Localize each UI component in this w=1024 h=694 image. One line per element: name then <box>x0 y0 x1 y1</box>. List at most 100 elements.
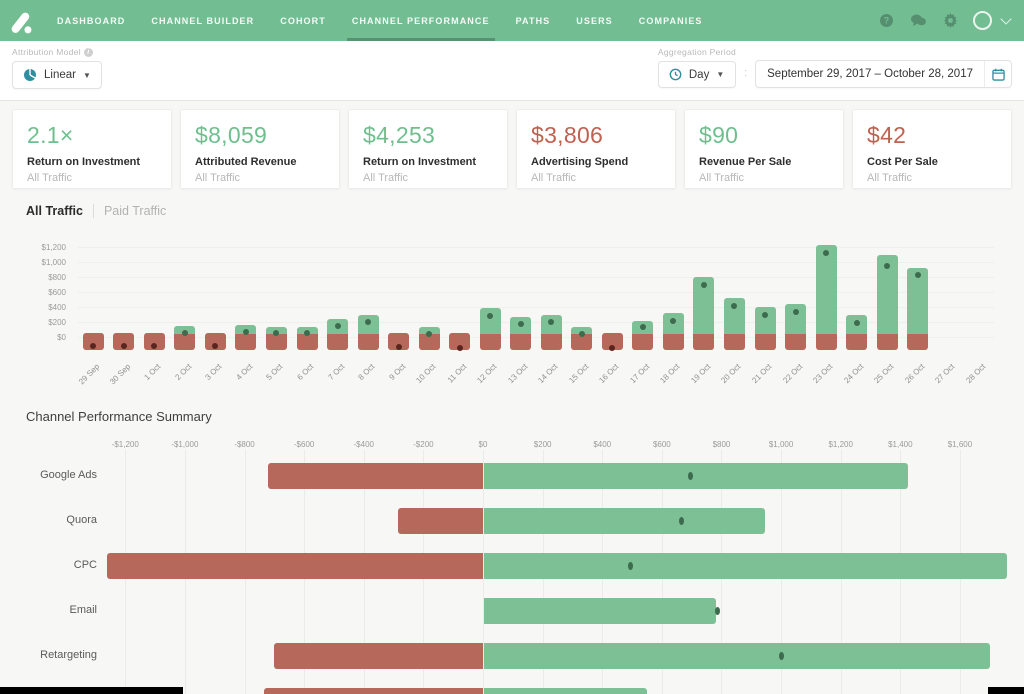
chat-icon[interactable] <box>909 12 927 30</box>
spend-bar[interactable] <box>264 688 483 694</box>
kpi-label: Cost Per Sale <box>867 156 997 168</box>
channel-label: Retargeting <box>0 649 97 661</box>
spend-bar[interactable] <box>693 334 714 350</box>
nav-item-label: DASHBOARD <box>57 16 125 26</box>
profit-marker-dot <box>762 312 768 318</box>
spend-bar[interactable] <box>663 334 684 350</box>
spend-bar[interactable] <box>327 334 348 350</box>
nav-item-label: USERS <box>576 16 613 26</box>
tab-all-traffic[interactable]: All Traffic <box>26 204 83 218</box>
kpi-value: 2.1× <box>27 122 157 149</box>
x-axis-tick: $800 <box>691 440 751 449</box>
spend-bar[interactable] <box>107 553 483 579</box>
spend-bar[interactable] <box>266 334 287 350</box>
revenue-bar[interactable] <box>484 643 991 669</box>
x-axis-tick: -$400 <box>334 440 394 449</box>
spend-bar[interactable] <box>358 334 379 350</box>
spend-bar[interactable] <box>907 334 928 350</box>
kpi-sublabel: All Traffic <box>699 172 829 184</box>
nav-utility: ? <box>877 11 1024 30</box>
chevron-down-icon[interactable] <box>1000 13 1011 24</box>
avatar[interactable] <box>973 11 992 30</box>
profit-marker-dot <box>609 345 615 351</box>
kpi-sublabel: All Traffic <box>195 172 325 184</box>
y-axis-tick: $1,000 <box>4 258 66 267</box>
revenue-bar[interactable] <box>484 553 1007 579</box>
profit-marker-dot <box>793 309 799 315</box>
spend-bar[interactable] <box>632 334 653 350</box>
x-axis-tick: $600 <box>632 440 692 449</box>
nav-item-channel-performance[interactable]: CHANNEL PERFORMANCE <box>339 0 503 41</box>
gridline <box>78 292 994 293</box>
spend-bar[interactable] <box>235 334 256 350</box>
profit-marker-dot <box>518 321 524 327</box>
profit-marker-dot <box>701 282 707 288</box>
spend-bar[interactable] <box>297 334 318 350</box>
y-axis-tick: $1,200 <box>4 243 66 252</box>
app-logo[interactable] <box>0 0 40 41</box>
traffic-tabs: All Traffic Paid Traffic <box>26 204 166 218</box>
spend-bar[interactable] <box>846 334 867 350</box>
spend-bar[interactable] <box>510 334 531 350</box>
spend-bar[interactable] <box>274 643 483 669</box>
profit-marker-dot <box>679 517 684 525</box>
spend-bar[interactable] <box>816 334 837 350</box>
calendar-icon[interactable] <box>984 61 1011 87</box>
spend-bar[interactable] <box>724 334 745 350</box>
gridline <box>78 262 994 263</box>
attribution-model-label: Attribution Model i <box>12 47 102 57</box>
spend-bar[interactable] <box>480 334 501 350</box>
nav-item-companies[interactable]: COMPANIES <box>626 0 716 41</box>
nav-item-users[interactable]: USERS <box>563 0 626 41</box>
info-icon[interactable]: i <box>84 48 93 57</box>
nav-item-cohort[interactable]: COHORT <box>267 0 339 41</box>
spend-bar[interactable] <box>541 334 562 350</box>
date-range-value: September 29, 2017 – October 28, 2017 <box>756 61 984 87</box>
spend-bar[interactable] <box>755 334 776 350</box>
app-window: DASHBOARD CHANNEL BUILDERCOHORTCHANNEL PE… <box>0 0 1024 694</box>
spend-bar[interactable] <box>174 334 195 350</box>
kpi-card: $8,059Attributed RevenueAll Traffic <box>180 109 340 189</box>
revenue-bar[interactable] <box>816 245 837 333</box>
x-axis-tick: $1,600 <box>930 440 990 449</box>
spend-bar[interactable] <box>398 508 483 534</box>
aggregation-period-dropdown[interactable]: Day ▼ <box>658 61 736 88</box>
svg-text:?: ? <box>883 16 889 26</box>
profit-marker-dot <box>854 320 860 326</box>
tab-divider <box>93 204 94 218</box>
date-range-picker[interactable]: September 29, 2017 – October 28, 2017 <box>755 60 1012 88</box>
summary-title: Channel Performance Summary <box>26 409 212 424</box>
kpi-value: $42 <box>867 122 997 149</box>
attribution-model-group: Attribution Model i Linear ▼ <box>12 47 102 89</box>
kpi-value: $3,806 <box>531 122 661 149</box>
clock-icon <box>669 68 682 81</box>
attribution-model-value: Linear <box>44 69 76 81</box>
profit-marker-dot <box>457 345 463 351</box>
spend-bar[interactable] <box>785 334 806 350</box>
x-axis-tick: -$800 <box>215 440 275 449</box>
kpi-card: $3,806Advertising SpendAll Traffic <box>516 109 676 189</box>
spend-bar[interactable] <box>877 334 898 350</box>
help-icon[interactable]: ? <box>877 12 895 30</box>
revenue-bar[interactable] <box>484 508 766 534</box>
revenue-bar[interactable] <box>484 688 648 694</box>
nav-item-channel-builder[interactable]: CHANNEL BUILDER <box>138 0 267 41</box>
spend-bar[interactable] <box>268 463 483 489</box>
nav-item-dashboard[interactable]: DASHBOARD <box>44 0 138 41</box>
kpi-value: $8,059 <box>195 122 325 149</box>
logo-icon <box>5 6 35 36</box>
nav-item-paths[interactable]: PATHS <box>503 0 564 41</box>
daily-performance-chart: $1,200$1,000$800$600$400$200$029 Sep30 S… <box>0 240 1024 395</box>
revenue-bar[interactable] <box>484 598 717 624</box>
top-nav: DASHBOARD CHANNEL BUILDERCOHORTCHANNEL PE… <box>0 0 1024 41</box>
revenue-bar[interactable] <box>480 308 501 333</box>
x-axis-tick: $1,000 <box>751 440 811 449</box>
kpi-label: Advertising Spend <box>531 156 661 168</box>
revenue-bar[interactable] <box>484 463 909 489</box>
tab-paid-traffic[interactable]: Paid Traffic <box>104 204 166 218</box>
kpi-label: Revenue Per Sale <box>699 156 829 168</box>
gear-icon[interactable] <box>941 12 959 30</box>
period-group: Aggregation Period Day ▼ : September 29,… <box>658 47 1012 88</box>
attribution-model-dropdown[interactable]: Linear ▼ <box>12 61 102 89</box>
y-axis-tick: $600 <box>4 288 66 297</box>
